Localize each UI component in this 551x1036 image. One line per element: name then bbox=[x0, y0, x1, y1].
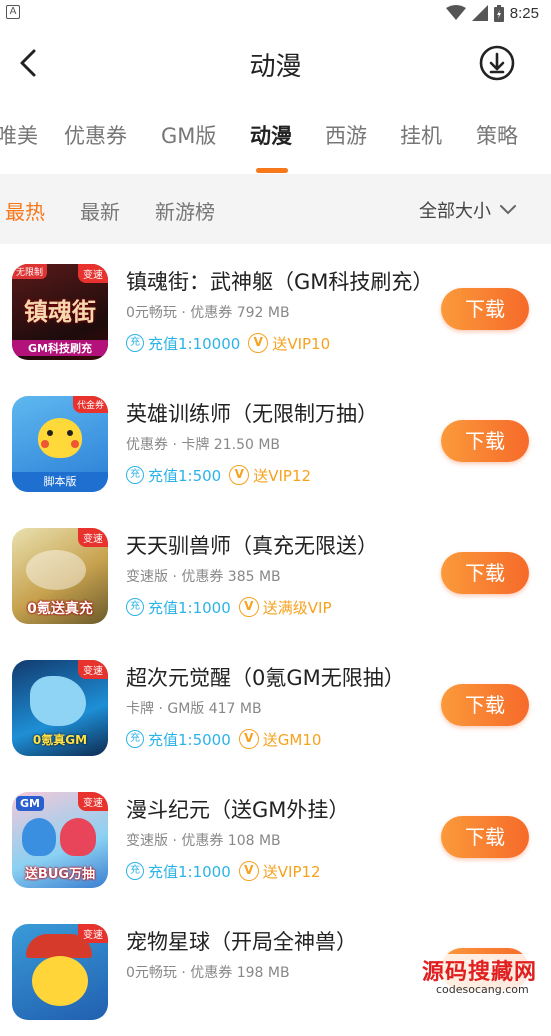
vip-icon: V bbox=[248, 333, 269, 353]
notification-icon: A bbox=[6, 5, 20, 19]
recharge-icon: 充 bbox=[126, 334, 144, 352]
game-title: 超次元觉醒（0氪GM无限抽） bbox=[126, 666, 405, 690]
clock: 8:25 bbox=[509, 4, 539, 22]
game-icon: 变速 bbox=[12, 924, 108, 1020]
recharge-icon: 充 bbox=[126, 730, 144, 748]
page-title: 动漫 bbox=[249, 52, 302, 82]
game-tags: 充充值1:1000 V 送满级VIP bbox=[126, 596, 332, 618]
signal-icon bbox=[471, 5, 488, 21]
filter-hot[interactable]: 最热 bbox=[5, 196, 45, 225]
game-row[interactable]: 变速 0氪真GM 超次元觉醒（0氪GM无限抽） 卡牌 · GM版 417 MB … bbox=[0, 640, 551, 772]
vip-tag: V 送VIP10 bbox=[248, 333, 330, 354]
category-tabs: 唯美 优惠券 GM版 动漫 西游 挂机 策略 bbox=[0, 102, 551, 174]
game-meta: 卡牌 · GM版 417 MB bbox=[126, 701, 262, 717]
game-icon: 变速 0氪真GM bbox=[12, 660, 108, 756]
size-filter-label: 全部大小 bbox=[419, 201, 491, 222]
game-meta: 变速版 · 优惠券 108 MB bbox=[126, 833, 281, 849]
game-meta: 0元畅玩 · 优惠券 792 MB bbox=[126, 305, 290, 321]
recharge-icon: 充 bbox=[126, 466, 144, 484]
game-icon: 变速 0氪送真充 bbox=[12, 528, 108, 624]
filter-new-ranking[interactable]: 新游榜 bbox=[155, 196, 215, 225]
tab-weimei[interactable]: 唯美 bbox=[0, 120, 38, 150]
game-title: 宠物星球（开局全神兽） bbox=[126, 930, 357, 954]
vip-tag: V 送VIP12 bbox=[238, 861, 321, 882]
game-icon: 无限制 变速 镇魂街 GM科技刷充 bbox=[12, 264, 108, 360]
wifi-icon bbox=[445, 5, 466, 20]
download-button[interactable]: 下载 bbox=[441, 288, 529, 330]
game-title: 镇魂街：武神躯（GM科技刷充） bbox=[126, 270, 434, 294]
game-row[interactable]: 代金券 脚本版 英雄训练师（无限制万抽） 优惠券 · 卡牌 21.50 MB 充… bbox=[0, 376, 551, 508]
game-tags: 充充值1:10000 V 送VIP10 bbox=[126, 332, 330, 354]
vip-icon: V bbox=[238, 597, 259, 617]
game-tags: 充充值1:500 V 送VIP12 bbox=[126, 464, 311, 486]
tab-gm[interactable]: GM版 bbox=[161, 120, 216, 150]
tab-journey-west[interactable]: 西游 bbox=[325, 120, 367, 150]
game-tags: 充充值1:1000 V 送VIP12 bbox=[126, 860, 321, 882]
vip-tag: V 送VIP12 bbox=[229, 465, 311, 486]
download-button[interactable]: 下载 bbox=[441, 420, 529, 462]
tab-idle[interactable]: 挂机 bbox=[400, 120, 442, 150]
game-row[interactable]: 无限制 变速 镇魂街 GM科技刷充 镇魂街：武神躯（GM科技刷充） 0元畅玩 ·… bbox=[0, 244, 551, 376]
game-title: 天天驯兽师（真充无限送） bbox=[126, 534, 378, 558]
tab-coupon[interactable]: 优惠券 bbox=[64, 120, 127, 150]
recharge-tag: 充充值1:5000 bbox=[126, 729, 231, 750]
app-header: 动漫 bbox=[0, 26, 551, 102]
recharge-icon: 充 bbox=[126, 598, 144, 616]
game-tags: 充充值1:5000 V 送GM10 bbox=[126, 728, 321, 750]
filter-newest[interactable]: 最新 bbox=[80, 196, 120, 225]
game-meta: 变速版 · 优惠券 385 MB bbox=[126, 569, 281, 585]
tab-anime[interactable]: 动漫 bbox=[250, 120, 292, 150]
vip-icon: V bbox=[238, 729, 259, 749]
game-meta: 0元畅玩 · 优惠券 198 MB bbox=[126, 965, 290, 981]
vip-icon: V bbox=[229, 465, 250, 485]
recharge-tag: 充充值1:500 bbox=[126, 465, 221, 486]
active-tab-indicator bbox=[256, 168, 288, 173]
chevron-down-icon bbox=[500, 205, 516, 215]
recharge-tag: 充充值1:10000 bbox=[126, 333, 240, 354]
gm-tag: V 送GM10 bbox=[238, 729, 321, 750]
recharge-icon: 充 bbox=[126, 862, 144, 880]
game-title: 英雄训练师（无限制万抽） bbox=[126, 402, 378, 426]
game-icon: 代金券 脚本版 bbox=[12, 396, 108, 492]
game-title: 漫斗纪元（送GM外挂） bbox=[126, 798, 350, 822]
status-icons: 8:25 bbox=[445, 3, 539, 23]
battery-icon bbox=[493, 4, 504, 22]
vip-tag: V 送满级VIP bbox=[238, 597, 332, 618]
watermark: 源码搜藏网 codesocang.com bbox=[418, 954, 551, 996]
game-row[interactable]: 变速 0氪送真充 天天驯兽师（真充无限送） 变速版 · 优惠券 385 MB 充… bbox=[0, 508, 551, 640]
game-row[interactable]: GM 变速 送BUG万抽 漫斗纪元（送GM外挂） 变速版 · 优惠券 108 M… bbox=[0, 772, 551, 904]
game-icon: GM 变速 送BUG万抽 bbox=[12, 792, 108, 888]
watermark-title: 源码搜藏网 bbox=[422, 960, 538, 985]
download-button[interactable]: 下载 bbox=[441, 816, 529, 858]
status-bar: A 8:25 bbox=[0, 0, 551, 26]
size-filter-dropdown[interactable]: 全部大小 bbox=[419, 197, 517, 223]
download-button[interactable]: 下载 bbox=[441, 684, 529, 726]
download-button[interactable]: 下载 bbox=[441, 552, 529, 594]
recharge-tag: 充充值1:1000 bbox=[126, 597, 231, 618]
vip-icon: V bbox=[238, 861, 259, 881]
watermark-url: codesocang.com bbox=[436, 983, 529, 996]
sort-filter-bar: 最热 最新 新游榜 全部大小 bbox=[0, 174, 551, 244]
tab-strategy[interactable]: 策略 bbox=[476, 120, 518, 150]
download-manager-icon[interactable] bbox=[478, 44, 516, 82]
recharge-tag: 充充值1:1000 bbox=[126, 861, 231, 882]
game-meta: 优惠券 · 卡牌 21.50 MB bbox=[126, 437, 281, 453]
